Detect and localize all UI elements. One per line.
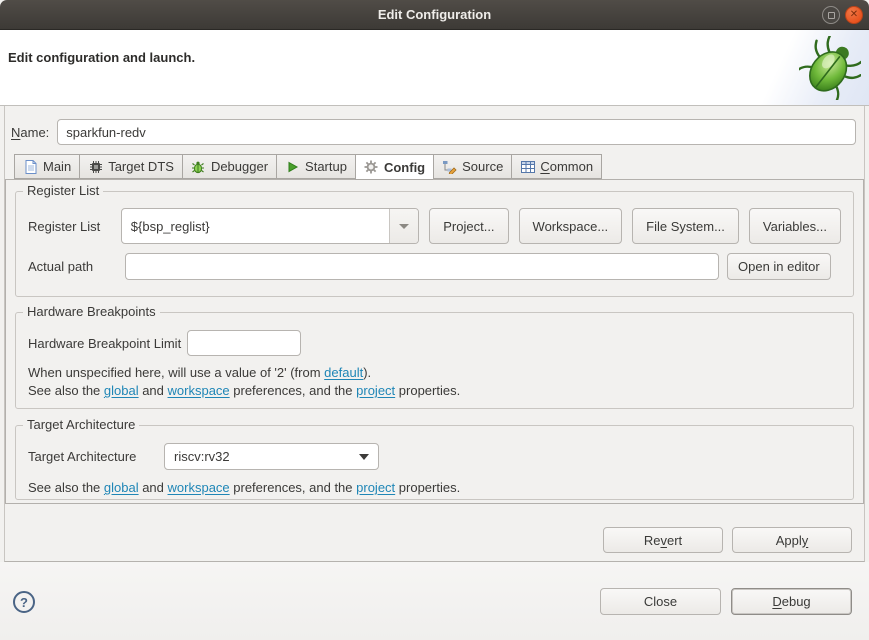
register-list-value[interactable]: ${bsp_reglist} — [122, 209, 389, 243]
gear-icon — [364, 160, 379, 175]
apply-row: Revert Apply — [5, 527, 852, 553]
project-properties-link[interactable]: project — [356, 480, 395, 495]
close-icon: ✕ — [850, 10, 858, 20]
apply-button[interactable]: Apply — [732, 527, 852, 553]
chip-icon — [88, 159, 103, 174]
name-label: Name: — [11, 125, 49, 140]
default-link[interactable]: default — [324, 365, 363, 380]
group-title: Target Architecture — [23, 417, 139, 432]
tab-bar: Main Target DTS Debugger Startup — [14, 154, 864, 179]
breakpoint-note: When unspecified here, will use a value … — [28, 364, 841, 382]
project-button[interactable]: Project... — [429, 208, 508, 244]
debug-button[interactable]: Debug — [731, 588, 852, 615]
hardware-breakpoint-limit-input[interactable] — [187, 330, 301, 356]
name-row: Name: — [5, 106, 864, 145]
tab-main[interactable]: Main — [14, 154, 79, 179]
debug-bug-icon — [799, 36, 861, 103]
tab-label: Startup — [305, 159, 347, 174]
variables-button[interactable]: Variables... — [749, 208, 841, 244]
revert-button[interactable]: Revert — [603, 527, 723, 553]
target-architecture-group: Target Architecture Target Architecture … — [15, 425, 854, 500]
close-button[interactable]: Close — [600, 588, 721, 615]
actual-path-row: Actual path Open in editor — [28, 253, 841, 280]
group-title: Hardware Breakpoints — [23, 304, 160, 319]
actual-path-label: Actual path — [28, 259, 125, 274]
question-mark-icon: ? — [20, 595, 28, 610]
combo-dropdown-button[interactable] — [389, 209, 418, 243]
titlebar[interactable]: Edit Configuration ✕ — [0, 0, 869, 30]
play-icon — [285, 159, 300, 174]
footer-buttons: Close Debug — [600, 588, 852, 615]
tab-label: Config — [384, 160, 425, 175]
tab-common[interactable]: Common — [511, 154, 602, 179]
bug-icon — [191, 159, 206, 174]
tab-startup[interactable]: Startup — [276, 154, 355, 179]
target-architecture-row: Target Architecture riscv:rv32 — [28, 443, 841, 470]
tab-config[interactable]: Config — [355, 154, 433, 180]
target-architecture-label: Target Architecture — [28, 449, 164, 464]
hardware-breakpoint-limit-label: Hardware Breakpoint Limit — [28, 336, 181, 351]
tab-label: Debugger — [211, 159, 268, 174]
tab-label: Common — [540, 159, 593, 174]
register-list-label: Register List — [28, 219, 121, 234]
global-preferences-link[interactable]: global — [104, 480, 139, 495]
open-in-editor-button[interactable]: Open in editor — [727, 253, 831, 280]
dialog-body: Name: Main Target DTS Debugger — [4, 106, 865, 562]
tab-label: Target DTS — [108, 159, 174, 174]
maximize-icon — [828, 12, 835, 19]
close-window-button[interactable]: ✕ — [845, 6, 863, 24]
dialog-header: Edit configuration and launch. — [0, 30, 869, 106]
actual-path-input[interactable] — [125, 253, 719, 280]
chevron-down-icon — [399, 224, 409, 229]
target-architecture-value: riscv:rv32 — [174, 449, 230, 464]
register-list-row: Register List ${bsp_reglist} Project... … — [28, 208, 841, 244]
tab-target-dts[interactable]: Target DTS — [79, 154, 182, 179]
hardware-breakpoint-limit-row: Hardware Breakpoint Limit — [28, 330, 841, 356]
file-system-button[interactable]: File System... — [632, 208, 739, 244]
tab-debugger[interactable]: Debugger — [182, 154, 276, 179]
maximize-button[interactable] — [822, 6, 840, 24]
global-preferences-link[interactable]: global — [104, 383, 139, 398]
name-input[interactable] — [57, 119, 856, 145]
tab-source[interactable]: Source — [433, 154, 511, 179]
edit-configuration-dialog: Edit Configuration ✕ Edit configuration … — [0, 0, 869, 640]
tab-label: Main — [43, 159, 71, 174]
dialog-footer: ? Close Debug — [0, 562, 869, 640]
register-list-group: Register List Register List ${bsp_reglis… — [15, 191, 854, 297]
workspace-button[interactable]: Workspace... — [519, 208, 623, 244]
config-tab-panel: Register List Register List ${bsp_reglis… — [5, 179, 864, 504]
hardware-breakpoints-group: Hardware Breakpoints Hardware Breakpoint… — [15, 312, 854, 409]
window-controls: ✕ — [822, 0, 863, 30]
source-tree-icon — [442, 159, 457, 174]
window-title: Edit Configuration — [378, 7, 491, 22]
chevron-down-icon — [359, 454, 369, 460]
document-icon — [23, 159, 38, 174]
header-message: Edit configuration and launch. — [8, 50, 195, 65]
target-architecture-dropdown[interactable]: riscv:rv32 — [164, 443, 379, 470]
project-properties-link[interactable]: project — [356, 383, 395, 398]
register-list-combo[interactable]: ${bsp_reglist} — [121, 208, 419, 244]
tab-label: Source — [462, 159, 503, 174]
see-also-note: See also the global and workspace prefer… — [28, 479, 841, 497]
table-icon — [520, 159, 535, 174]
help-button[interactable]: ? — [13, 591, 35, 613]
group-title: Register List — [23, 183, 103, 198]
workspace-preferences-link[interactable]: workspace — [168, 480, 230, 495]
workspace-preferences-link[interactable]: workspace — [168, 383, 230, 398]
see-also-note: See also the global and workspace prefer… — [28, 382, 841, 400]
